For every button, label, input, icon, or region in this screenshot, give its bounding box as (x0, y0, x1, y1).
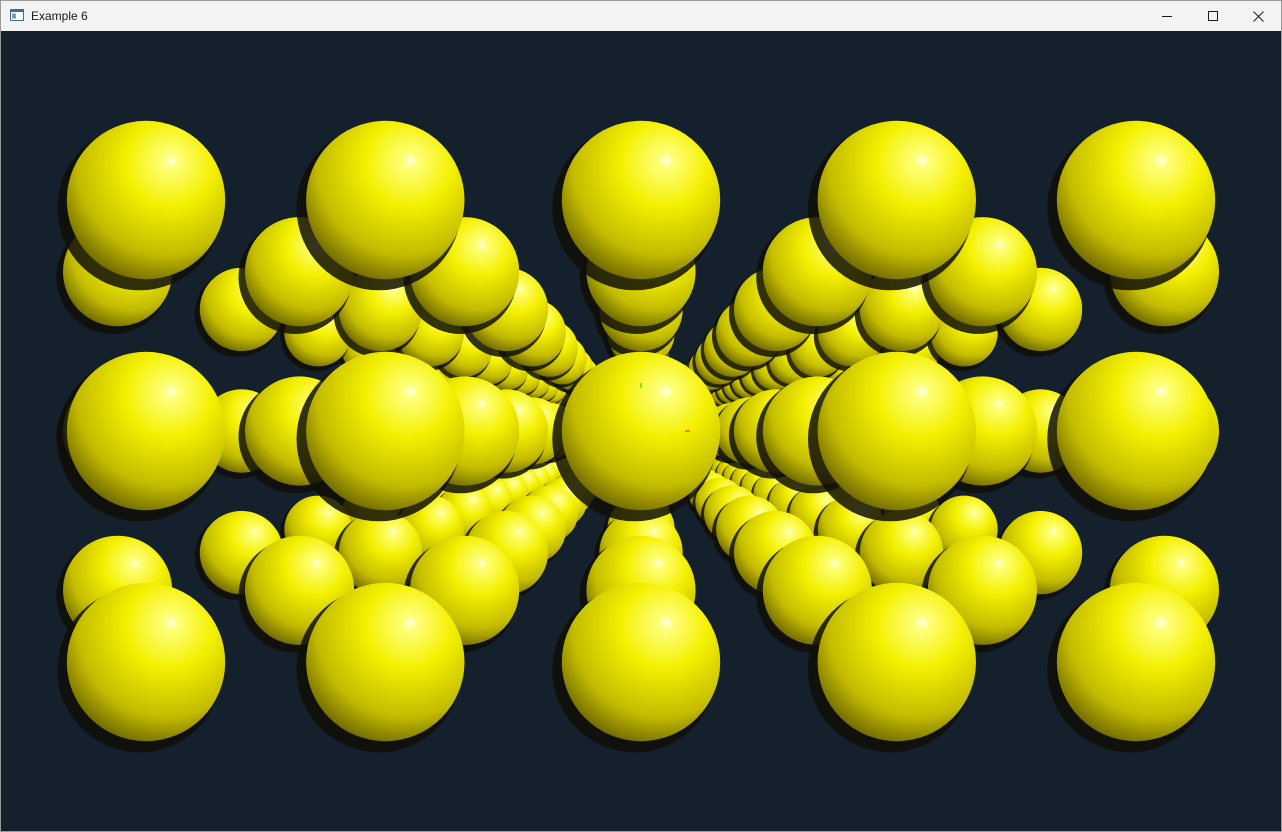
sphere (561, 582, 721, 742)
sphere (817, 351, 976, 511)
app-window-icon (10, 9, 24, 21)
sphere (66, 582, 226, 742)
sphere (561, 351, 721, 511)
window-title: Example 6 (31, 9, 88, 23)
sphere (817, 582, 976, 742)
sphere (1056, 582, 1216, 742)
sphere (1056, 120, 1216, 280)
close-icon (1252, 10, 1264, 22)
application-window: Example 6 (0, 0, 1282, 832)
sphere (306, 120, 465, 280)
sphere (306, 351, 465, 511)
sphere (66, 351, 226, 511)
minimize-icon (1162, 16, 1172, 17)
sphere (1056, 351, 1216, 511)
sphere-scene[interactable] (1, 31, 1281, 832)
maximize-icon (1208, 11, 1218, 21)
title-bar[interactable]: Example 6 (1, 1, 1281, 31)
close-button[interactable] (1235, 1, 1281, 31)
minimize-button[interactable] (1144, 1, 1190, 31)
sphere-group (56, 120, 1219, 753)
render-viewport[interactable] (1, 31, 1281, 832)
sphere (561, 120, 721, 280)
maximize-button[interactable] (1190, 1, 1236, 31)
sphere (306, 582, 465, 742)
sphere (817, 120, 976, 280)
sphere (66, 120, 226, 280)
